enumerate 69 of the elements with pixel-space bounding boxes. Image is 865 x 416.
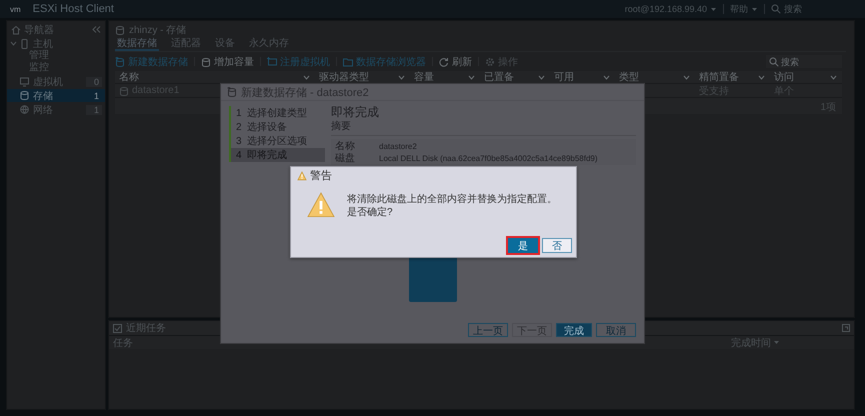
- database-icon: [115, 24, 125, 34]
- help-menu[interactable]: 帮助: [730, 2, 758, 16]
- chevron-down-icon: [683, 74, 690, 80]
- confirm-button[interactable]: 是: [508, 238, 538, 253]
- database-plus-icon: [115, 56, 125, 66]
- dialog-button[interactable]: 取消: [596, 323, 636, 337]
- column-header[interactable]: 已置备: [480, 71, 550, 83]
- globe-icon: [20, 104, 30, 114]
- tab[interactable]: 数据存储: [115, 36, 159, 51]
- dialog-button[interactable]: 完成: [556, 323, 592, 337]
- chevron-down-icon: [468, 74, 475, 80]
- toolbar-button[interactable]: 注册虚拟机: [267, 54, 330, 68]
- checklist-icon: [113, 324, 122, 332]
- database-icon: [201, 56, 211, 66]
- computer-icon: [20, 76, 30, 86]
- column-header[interactable]: 可用: [550, 71, 615, 83]
- warning-icon: [297, 170, 307, 180]
- column-header[interactable]: 名称: [115, 71, 315, 83]
- nav-item[interactable]: 存储 1: [7, 89, 105, 102]
- caret-icon: [751, 6, 758, 12]
- database-plus-icon: [227, 87, 237, 97]
- dialog-button[interactable]: 上一页: [468, 323, 508, 337]
- count-badge: 0: [86, 76, 102, 86]
- nav-label: 存储: [33, 90, 53, 102]
- search-icon: [771, 4, 781, 14]
- cancel-button[interactable]: 否: [542, 238, 572, 253]
- toolbar-button[interactable]: 新建数据存储: [115, 54, 188, 68]
- maximize-icon: [842, 324, 850, 332]
- summary-value: Local DELL Disk (naa.62cea7f0be85a4002c5a14ce89b58fd9): [379, 154, 598, 162]
- home-icon: [11, 24, 21, 34]
- chevron-down-icon: [603, 74, 610, 80]
- column-header[interactable]: 精简置备: [695, 71, 770, 83]
- toolbar-button[interactable]: 数据存储浏览器: [343, 54, 426, 68]
- wizard-step[interactable]: 2 选择设备: [229, 120, 325, 134]
- refresh-icon: [439, 56, 449, 66]
- folder-icon: [343, 56, 353, 66]
- computer-plus-icon: [267, 56, 277, 66]
- search-icon: [769, 57, 779, 67]
- search-button[interactable]: 搜索: [771, 2, 802, 16]
- user-menu[interactable]: root@192.168.99.40: [624, 4, 717, 14]
- partition-block: [409, 257, 457, 302]
- summary-label: 名称: [335, 140, 356, 153]
- summary-value: datastore2: [379, 142, 417, 150]
- chevron-down-icon: [830, 74, 837, 80]
- column-header[interactable]: 驱动器类型: [315, 71, 410, 83]
- logo: vm: [9, 4, 22, 14]
- chevron-down-icon: [398, 74, 405, 80]
- warning-icon: [307, 192, 335, 220]
- app-title: ESXi Host Client: [32, 3, 114, 15]
- wizard-step[interactable]: 1 选择创建类型: [229, 106, 325, 120]
- chevron-down-icon: [538, 74, 545, 80]
- section-heading: 即将完成: [331, 104, 380, 119]
- chevron-down-icon: [303, 74, 310, 80]
- summary-label: 磁盘: [335, 152, 356, 165]
- alert-title: 警告: [310, 168, 332, 183]
- column-header[interactable]: 容量: [410, 71, 480, 83]
- alert-message: 将清除此磁盘上的全部内容并替换为指定配置。是否确定?: [347, 192, 558, 219]
- gear-icon: [485, 56, 495, 66]
- database-icon: [20, 90, 30, 100]
- count-badge: 1: [86, 104, 102, 114]
- section-subheading: 摘要: [331, 119, 636, 136]
- database-icon: [119, 86, 129, 96]
- phone-icon: [20, 38, 30, 48]
- search-field[interactable]: 搜索: [766, 55, 842, 68]
- column-header[interactable]: 访问: [770, 71, 842, 83]
- collapse-icon: [92, 25, 101, 34]
- column-header[interactable]: 类型: [615, 71, 695, 83]
- caret-icon: [710, 6, 717, 12]
- chevron-down-icon: [758, 74, 765, 80]
